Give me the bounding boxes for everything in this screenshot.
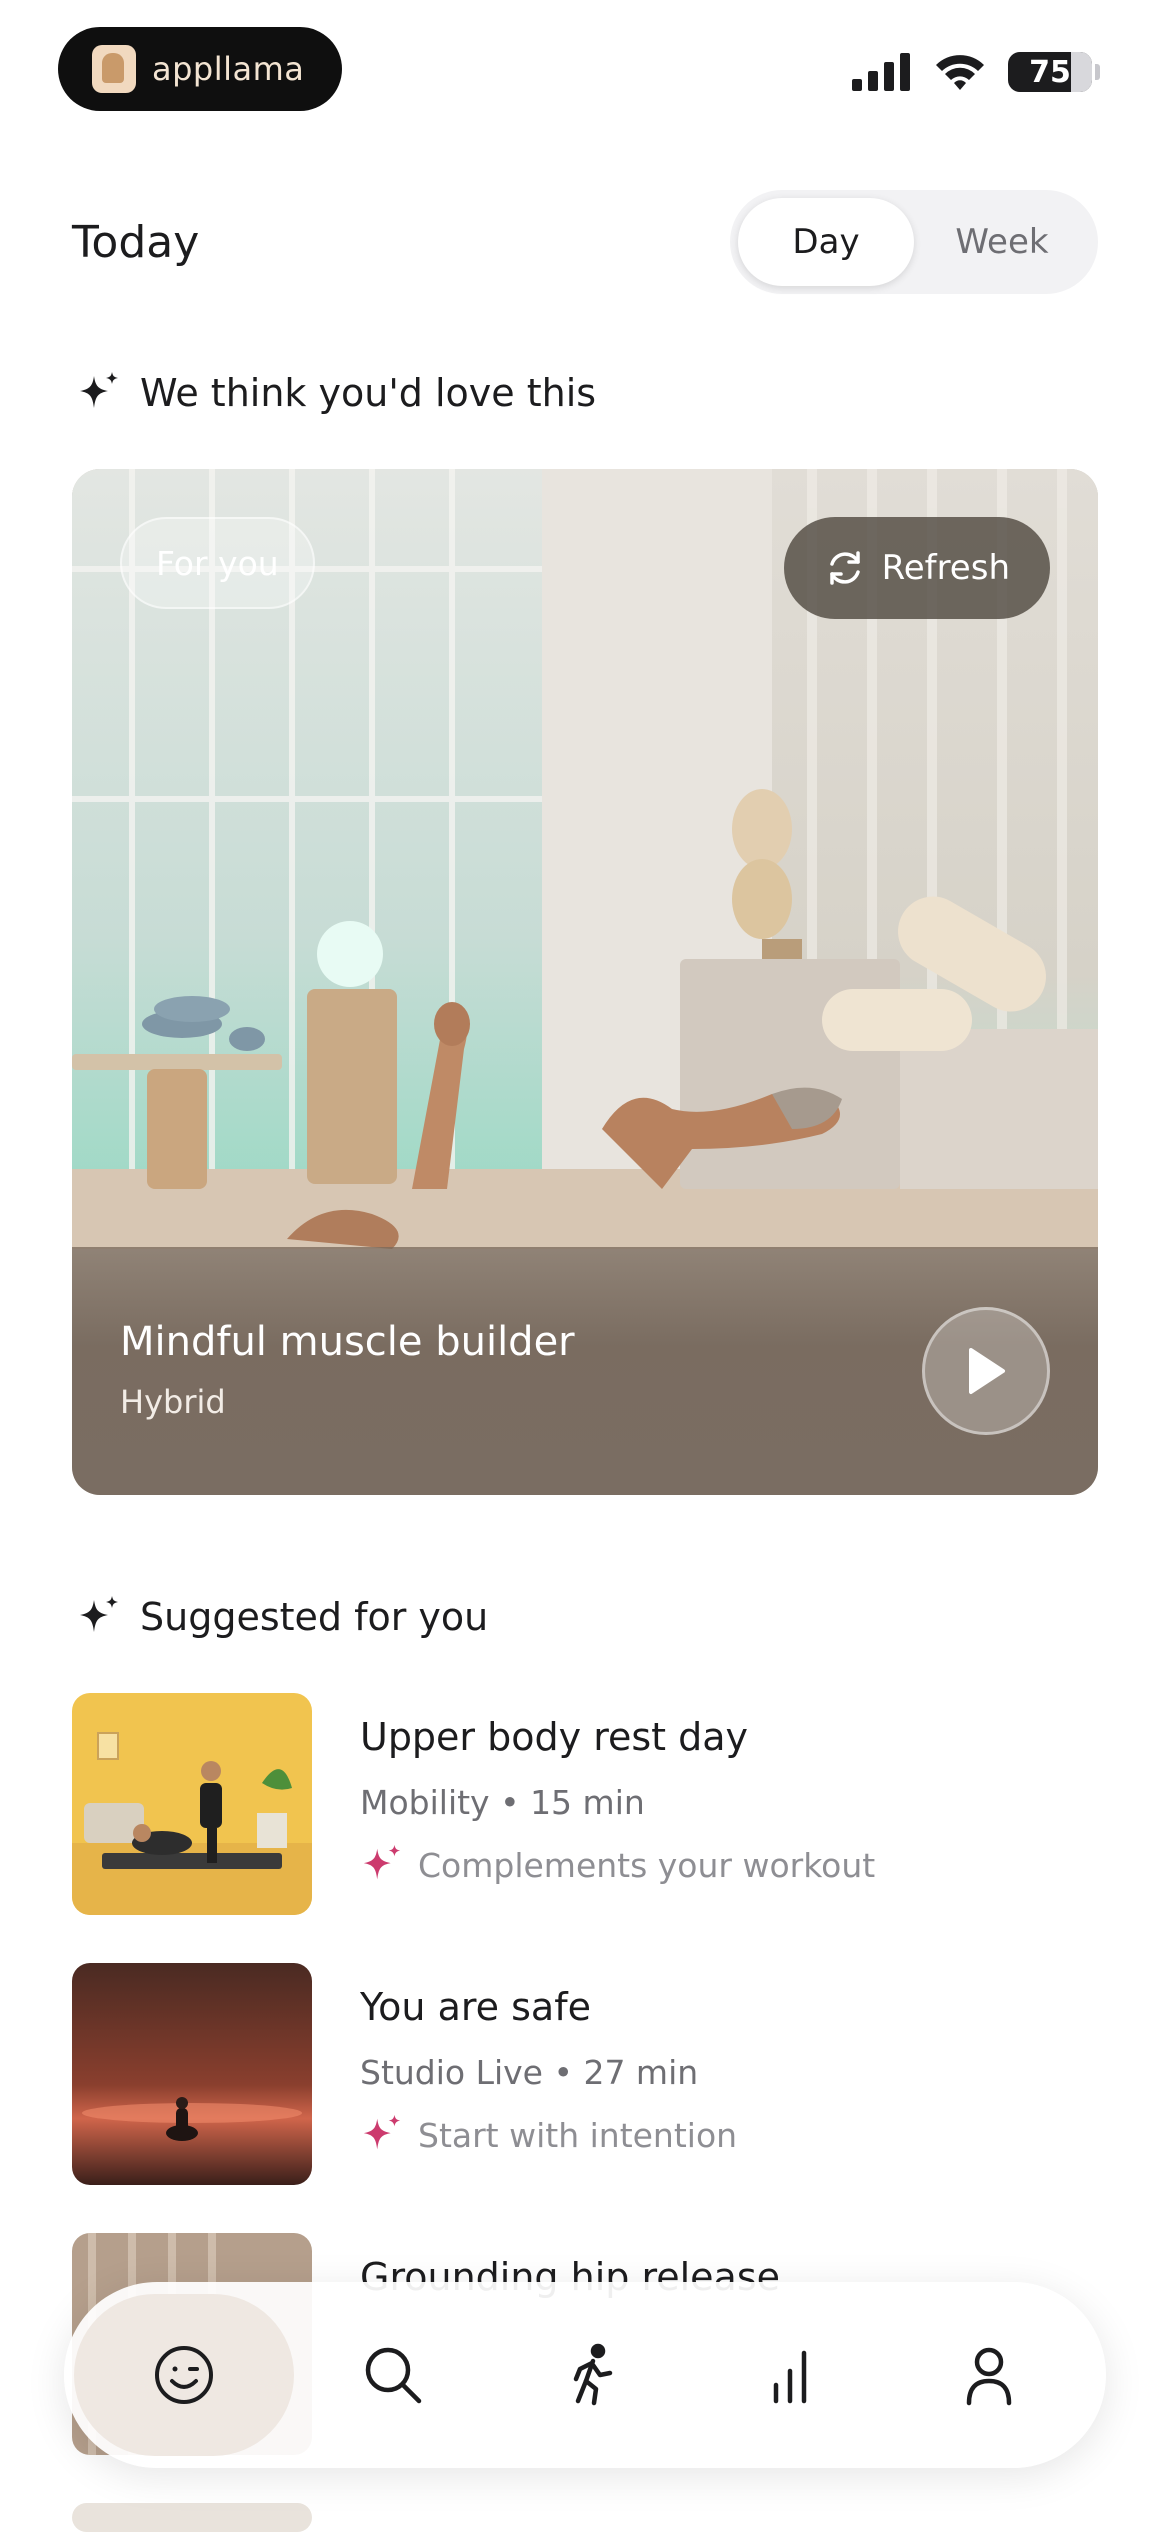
reason-text: Start with intention — [418, 2115, 738, 2155]
tab-today[interactable] — [74, 2294, 295, 2456]
profile-icon — [966, 2347, 1012, 2406]
app-pill[interactable]: appllama — [58, 27, 342, 111]
sparkle-icon — [80, 1596, 118, 1632]
stats-bars-icon — [774, 2350, 807, 2404]
item-duration: 27 min — [583, 2053, 699, 2092]
play-button[interactable] — [922, 1307, 1050, 1435]
featured-title: Mindful muscle builder — [120, 1319, 575, 1365]
featured-subtitle: Hybrid — [120, 1383, 226, 1421]
status-bar: appllama 75 — [0, 0, 1170, 130]
featured-heading-text: We think you'd love this — [140, 371, 597, 415]
featured-heading: We think you'd love this — [76, 370, 596, 416]
for-you-badge: For you — [120, 517, 315, 609]
battery-empty-portion — [1071, 52, 1092, 92]
search-icon — [366, 2347, 422, 2404]
item-title: Upper body rest day — [360, 1715, 749, 1759]
cellular-signal-icon — [852, 53, 910, 91]
page-header: Today Day Week — [72, 190, 1098, 294]
tab-workouts[interactable] — [493, 2294, 691, 2456]
item-category: Mobility — [360, 1783, 490, 1822]
running-icon — [573, 2343, 613, 2406]
item-meta: Studio Live • 27 min — [360, 2053, 698, 2092]
workout-thumbnail — [72, 1693, 312, 1915]
item-category: Studio Live — [360, 2053, 543, 2092]
play-icon — [969, 1348, 1005, 1394]
meta-separator: • — [500, 1783, 531, 1822]
workout-thumbnail — [72, 1963, 312, 2185]
workout-thumbnail — [72, 2503, 312, 2532]
day-week-toggle: Day Week — [730, 190, 1098, 294]
refresh-label: Refresh — [881, 548, 1010, 588]
status-icons: 75 — [852, 52, 1100, 92]
tab-profile[interactable] — [890, 2294, 1088, 2456]
item-meta: Mobility • 15 min — [360, 1783, 645, 1822]
item-title: You are safe — [360, 1985, 591, 2029]
refresh-icon — [829, 551, 860, 585]
meta-separator: • — [553, 2053, 584, 2092]
item-reason: Start with intention — [360, 2113, 737, 2157]
app-name: appllama — [152, 50, 305, 88]
item-reason: Complements your workout — [360, 1843, 875, 1887]
wifi-icon — [936, 55, 984, 90]
battery-level: 75 — [1029, 54, 1071, 90]
smiley-icon — [155, 2346, 214, 2404]
list-item — [72, 2503, 1098, 2532]
suggested-heading-text: Suggested for you — [140, 1595, 489, 1639]
sparkle-icon — [80, 372, 118, 408]
sparkle-icon — [363, 2114, 401, 2150]
list-item[interactable]: Upper body rest day Mobility • 15 min Co… — [72, 1693, 1098, 1915]
page-title: Today — [72, 216, 200, 268]
refresh-button[interactable]: Refresh — [783, 517, 1050, 619]
bottom-tab-bar — [64, 2282, 1106, 2468]
tab-stats[interactable] — [691, 2294, 889, 2456]
segment-week[interactable]: Week — [914, 198, 1090, 286]
suggested-heading: Suggested for you — [76, 1594, 488, 1640]
featured-info-panel: Mindful muscle builder Hybrid — [72, 1247, 1098, 1495]
llama-logo-icon — [92, 45, 136, 93]
item-duration: 15 min — [530, 1783, 645, 1822]
tab-search[interactable] — [294, 2294, 492, 2456]
battery-indicator: 75 — [1008, 52, 1100, 92]
list-item[interactable]: You are safe Studio Live • 27 min Start … — [72, 1963, 1098, 2185]
segment-day[interactable]: Day — [738, 198, 914, 286]
sparkle-icon — [363, 1844, 401, 1880]
reason-text: Complements your workout — [418, 1845, 876, 1885]
featured-workout-card[interactable]: For you Refresh Mindful muscle builder H… — [72, 469, 1098, 1495]
